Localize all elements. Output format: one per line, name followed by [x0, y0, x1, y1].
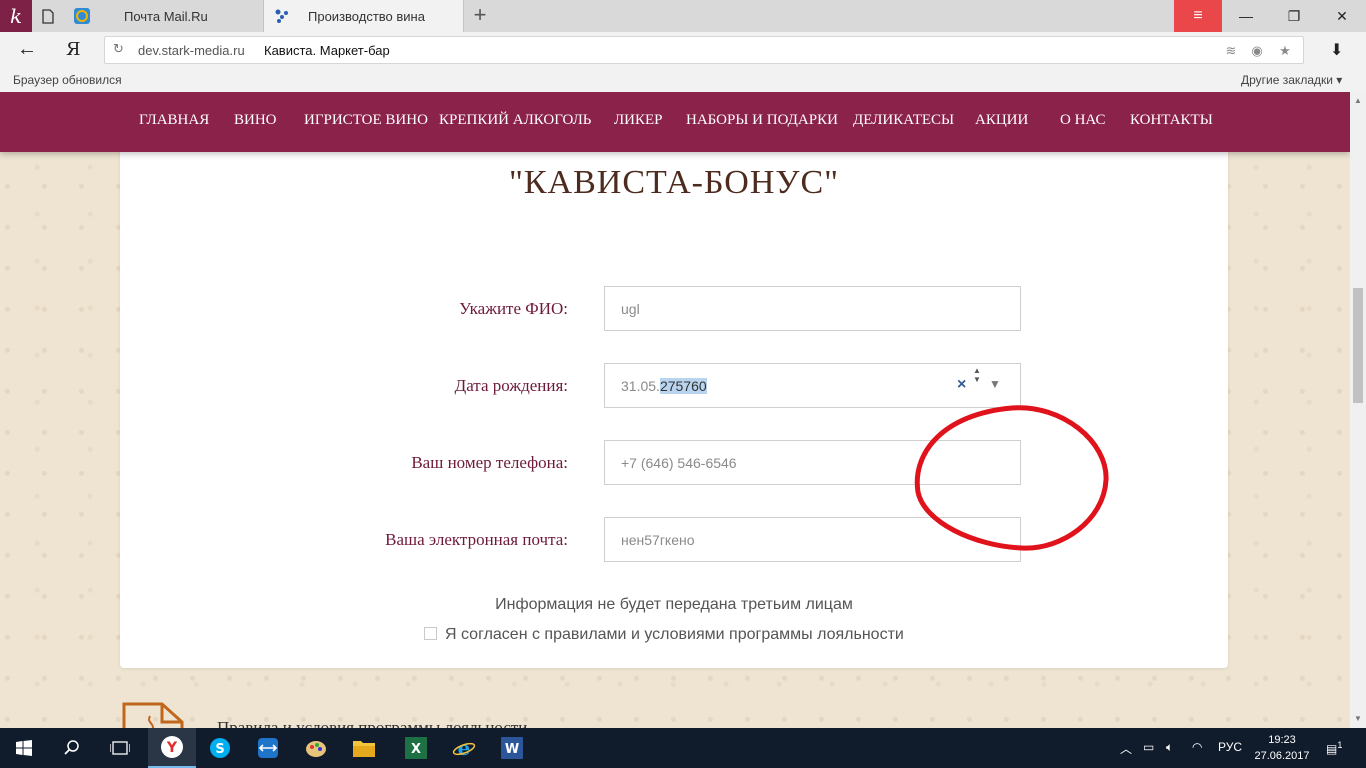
protect-icon[interactable]: ◉: [1247, 41, 1267, 61]
phone-value: +7 (646) 546-6546: [621, 455, 737, 471]
fio-field[interactable]: ugl: [604, 286, 1021, 331]
clear-icon[interactable]: ×: [957, 376, 966, 394]
nav-item-contacts[interactable]: КОНТАКТЫ: [1130, 112, 1213, 129]
url-field[interactable]: ↻ dev.stark-media.ru Кависта. Маркет-бар…: [104, 36, 1304, 64]
other-bookmarks-button[interactable]: Другие закладки ▾: [1241, 73, 1342, 87]
search-icon[interactable]: [48, 728, 96, 768]
tab-label: Почта Mail.Ru: [124, 8, 208, 24]
word-icon[interactable]: W: [488, 728, 536, 768]
wifi-icon[interactable]: ◠: [1192, 740, 1202, 754]
tab-wine[interactable]: Производство вина: [264, 0, 464, 32]
skype-icon[interactable]: S: [196, 728, 244, 768]
document-icon: [122, 702, 184, 728]
star-dots-icon: [274, 8, 290, 24]
svg-text:e: e: [458, 736, 471, 760]
rules-link[interactable]: Правила и условия программы лояльности: [217, 718, 527, 728]
svg-text:S: S: [215, 742, 224, 757]
nav-item-wine[interactable]: ВИНО: [234, 112, 277, 129]
fio-value: ugl: [621, 301, 640, 317]
dropdown-arrow-icon[interactable]: ▼: [989, 377, 1001, 391]
nav-item-sales[interactable]: АКЦИИ: [975, 112, 1028, 129]
windows-start-icon[interactable]: [0, 728, 48, 768]
info-bar: Браузер обновился Другие закладки ▾: [0, 68, 1366, 92]
wifi-off-icon[interactable]: ≋: [1221, 41, 1241, 61]
email-value: нен57гкено: [621, 532, 695, 548]
download-icon[interactable]: ⬇: [1330, 40, 1343, 60]
agree-label: Я согласен с правилами и условиями прогр…: [445, 626, 904, 643]
birthdate-value: 31.05.275760: [621, 378, 707, 394]
nav-item-sparkling[interactable]: ИГРИСТОЕ ВИНО: [304, 112, 428, 129]
address-bar: ← Я ↻ dev.stark-media.ru Кависта. Маркет…: [0, 32, 1366, 68]
browser-menu-button[interactable]: ≡: [1174, 0, 1222, 32]
url-host: dev.stark-media.ru: [138, 43, 245, 58]
browser-tabbar: k Почта Mail.Ru Производство вина + ≡ — …: [0, 0, 1366, 32]
notification-center-icon[interactable]: ▤1: [1326, 740, 1342, 756]
privacy-note: Информация не будет передана третьим лиц…: [495, 596, 853, 613]
spinner-icon[interactable]: ▲ ▼: [973, 366, 981, 384]
task-view-icon[interactable]: [96, 728, 144, 768]
browser-updated-text: Браузер обновился: [13, 73, 122, 87]
file-explorer-icon[interactable]: [340, 728, 388, 768]
nav-item-about[interactable]: О НАС: [1060, 112, 1106, 129]
show-hidden-icons-icon[interactable]: ︿: [1120, 740, 1132, 757]
back-arrow-icon[interactable]: ←: [14, 38, 40, 62]
reload-icon[interactable]: ↻: [113, 41, 124, 57]
paint-icon[interactable]: [292, 728, 340, 768]
web-page: ГЛАВНАЯ ВИНО ИГРИСТОЕ ВИНО КРЕПКИЙ АЛКОГ…: [0, 92, 1350, 728]
bookmark-star-icon[interactable]: ★: [1275, 41, 1295, 61]
birthdate-label: Дата рождения:: [454, 376, 568, 395]
agree-checkbox-row[interactable]: Я согласен с правилами и условиями прогр…: [424, 626, 904, 644]
yandex-home-icon[interactable]: Я: [66, 38, 86, 62]
birthdate-field[interactable]: 31.05.275760 × ▲ ▼ ▼: [604, 363, 1021, 408]
nav-item-strong[interactable]: КРЕПКИЙ АЛКОГОЛЬ: [439, 112, 591, 129]
vertical-scrollbar[interactable]: ▲ ▼: [1350, 92, 1366, 728]
language-indicator[interactable]: РУС: [1218, 740, 1242, 754]
clock[interactable]: 19:23 27.06.2017: [1252, 732, 1312, 764]
agree-checkbox[interactable]: [424, 627, 437, 640]
fio-label: Укажите ФИО:: [459, 299, 568, 318]
yandex-browser-logo-icon[interactable]: k: [0, 0, 32, 32]
nav-item-delicacies[interactable]: ДЕЛИКАТЕСЫ: [853, 112, 954, 129]
minimize-button[interactable]: —: [1222, 0, 1270, 32]
tab-mail[interactable]: Почта Mail.Ru: [64, 0, 264, 32]
svg-text:Y: Y: [166, 740, 178, 756]
mail-ru-icon: [74, 8, 90, 24]
new-tab-button[interactable]: +: [466, 0, 494, 32]
scroll-up-icon[interactable]: ▲: [1354, 96, 1362, 105]
close-button[interactable]: ✕: [1318, 0, 1366, 32]
windows-taskbar: Y S X e W ︿ ▭ 🔈︎ ◠ РУС 19:23 27.06.2017 …: [0, 728, 1366, 768]
email-field[interactable]: нен57гкено: [604, 517, 1021, 562]
nav-item-liqueur[interactable]: ЛИКЕР: [614, 112, 663, 129]
internet-explorer-icon[interactable]: e: [440, 728, 488, 768]
page-icon[interactable]: [32, 0, 64, 32]
email-label: Ваша электронная почта:: [385, 530, 568, 549]
nav-item-gifts[interactable]: НАБОРЫ И ПОДАРКИ: [686, 112, 838, 129]
phone-label: Ваш номер телефона:: [411, 453, 568, 472]
tab-label: Производство вина: [308, 8, 425, 24]
svg-text:W: W: [505, 742, 519, 757]
phone-field[interactable]: +7 (646) 546-6546: [604, 440, 1021, 485]
teamviewer-icon[interactable]: [244, 728, 292, 768]
battery-icon[interactable]: ▭: [1143, 740, 1154, 754]
scroll-down-icon[interactable]: ▼: [1354, 714, 1362, 723]
yandex-browser-taskbar-icon[interactable]: Y: [148, 728, 196, 768]
nav-item-home[interactable]: ГЛАВНАЯ: [139, 112, 209, 129]
svg-text:X: X: [411, 742, 421, 757]
site-navigation: ГЛАВНАЯ ВИНО ИГРИСТОЕ ВИНО КРЕПКИЙ АЛКОГ…: [0, 92, 1350, 152]
page-title: "КАВИСТА-БОНУС": [509, 164, 839, 201]
restore-button[interactable]: ❐: [1270, 0, 1318, 32]
scrollbar-thumb[interactable]: [1353, 288, 1363, 403]
page-title-in-omnibox: Кависта. Маркет-бар: [264, 43, 390, 58]
excel-icon[interactable]: X: [392, 728, 440, 768]
volume-icon[interactable]: 🔈︎: [1166, 740, 1173, 755]
